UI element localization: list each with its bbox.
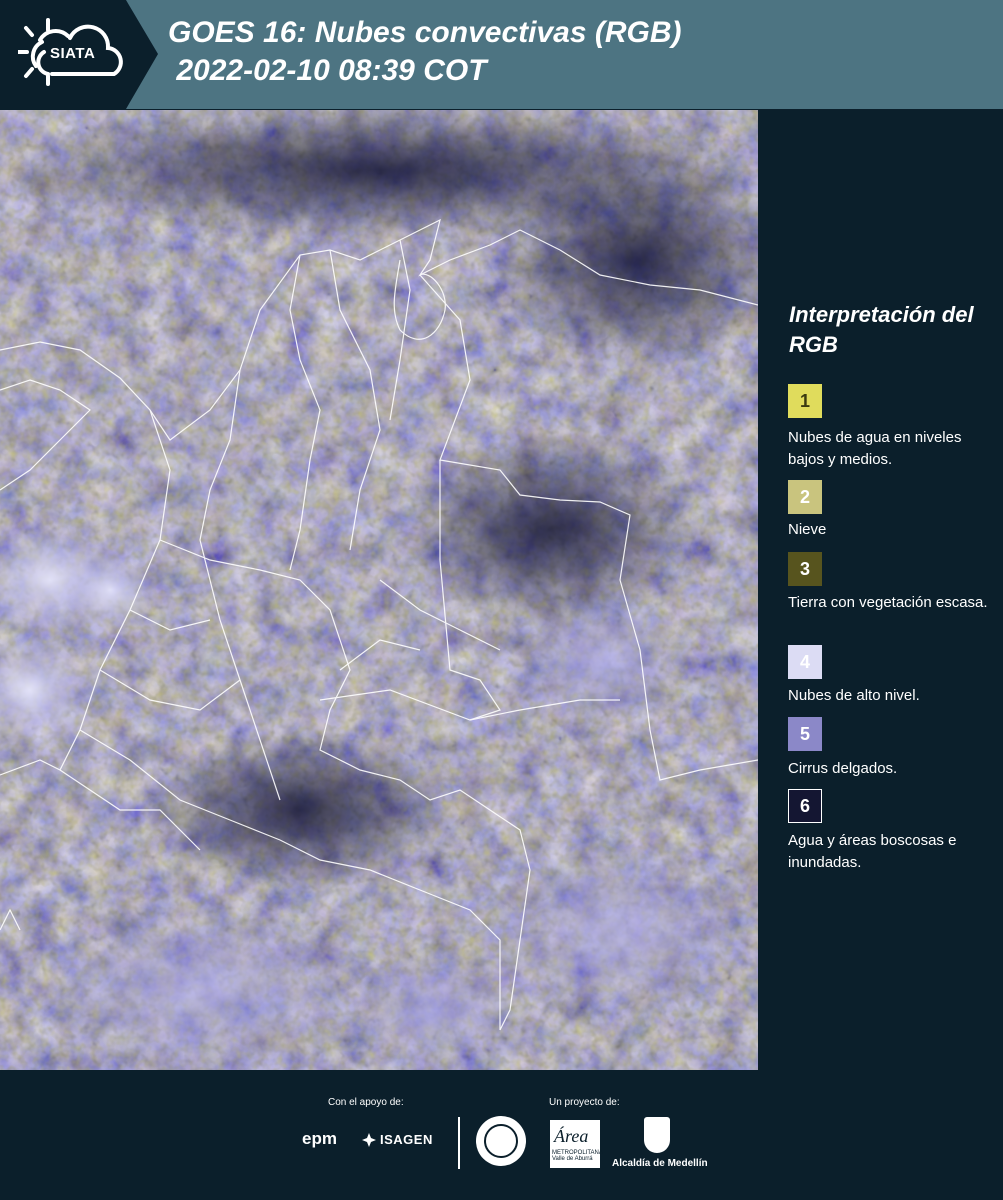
isagen-logo[interactable]: ISAGEN bbox=[362, 1132, 433, 1147]
page-title: GOES 16: Nubes convectivas (RGB) 2022-02… bbox=[168, 16, 682, 87]
footer-divider bbox=[458, 1117, 460, 1169]
isagen-text: ISAGEN bbox=[380, 1132, 433, 1147]
legend-label-3: Tierra con vegetación escasa. bbox=[788, 594, 988, 611]
footer: Con el apoyo de: Un proyecto de: epm ISA… bbox=[0, 1070, 1003, 1200]
legend-label-2: Nieve bbox=[788, 521, 827, 538]
legend-panel: Interpretación del RGB 1 Nubes de agua e… bbox=[760, 110, 1003, 1070]
area-logo-subtext: METROPOLITANA Valle de Aburrá bbox=[552, 1150, 603, 1162]
satellite-image bbox=[0, 110, 758, 1070]
isagen-mark-icon bbox=[362, 1132, 376, 1147]
legend-number-5: 5 bbox=[799, 723, 810, 744]
seal-ring bbox=[484, 1124, 518, 1158]
legend-swatch-6: 6 bbox=[788, 789, 822, 823]
legend-swatch-4: 4 bbox=[788, 645, 822, 679]
alcaldia-shield-icon bbox=[644, 1117, 670, 1153]
legend-label-6: Agua y áreas boscosas e inundadas. bbox=[788, 832, 957, 871]
alcaldia-logo-text[interactable]: Alcaldía de Medellín bbox=[612, 1158, 708, 1169]
epm-logo[interactable]: epm bbox=[302, 1129, 337, 1149]
logo-text: SIATA bbox=[50, 45, 96, 62]
header-bar: SIATA GOES 16: Nubes convectivas (RGB) 2… bbox=[0, 0, 1003, 109]
legend-swatch-3: 3 bbox=[788, 552, 822, 586]
satellite-map[interactable] bbox=[0, 110, 758, 1070]
legend-number-1: 1 bbox=[799, 390, 810, 411]
project-label: Un proyecto de: bbox=[549, 1097, 620, 1108]
legend-label-1: Nubes de agua en niveles bajos y medios. bbox=[788, 429, 962, 468]
legend-swatch-2: 2 bbox=[788, 480, 822, 514]
area-metropolitana-logo[interactable]: Área METROPOLITANA Valle de Aburrá bbox=[550, 1120, 603, 1168]
area-logo-text: Área bbox=[554, 1126, 589, 1146]
legend-swatch-5: 5 bbox=[788, 717, 822, 751]
legend-title: Interpretación del RGB bbox=[789, 302, 974, 357]
legend-number-4: 4 bbox=[799, 651, 810, 672]
legend-swatch-1: 1 bbox=[788, 384, 822, 418]
medellin-seal-icon[interactable] bbox=[476, 1116, 526, 1166]
legend-label-5: Cirrus delgados. bbox=[788, 760, 898, 777]
legend-number-6: 6 bbox=[799, 795, 810, 816]
legend-number-3: 3 bbox=[799, 558, 810, 579]
legend-label-4: Nubes de alto nivel. bbox=[788, 687, 920, 704]
siata-logo[interactable]: SIATA bbox=[0, 0, 158, 109]
legend-number-2: 2 bbox=[799, 486, 810, 507]
support-label: Con el apoyo de: bbox=[328, 1097, 404, 1108]
